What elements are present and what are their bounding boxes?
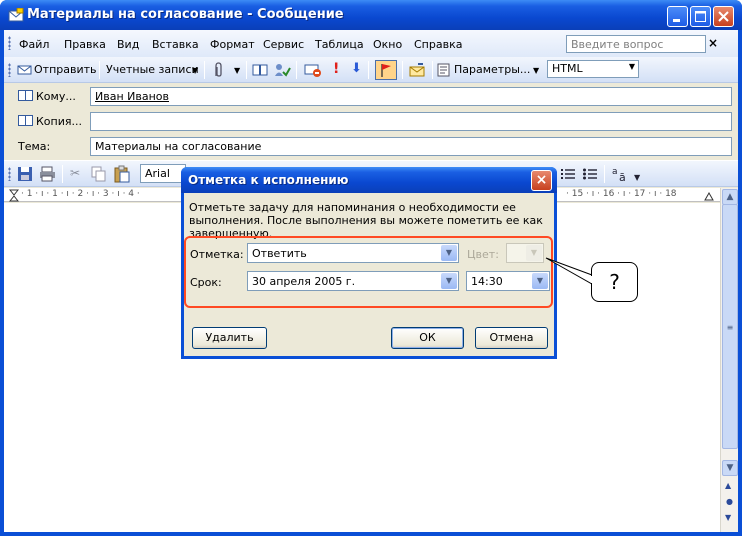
callout-pointer-join bbox=[591, 276, 593, 283]
